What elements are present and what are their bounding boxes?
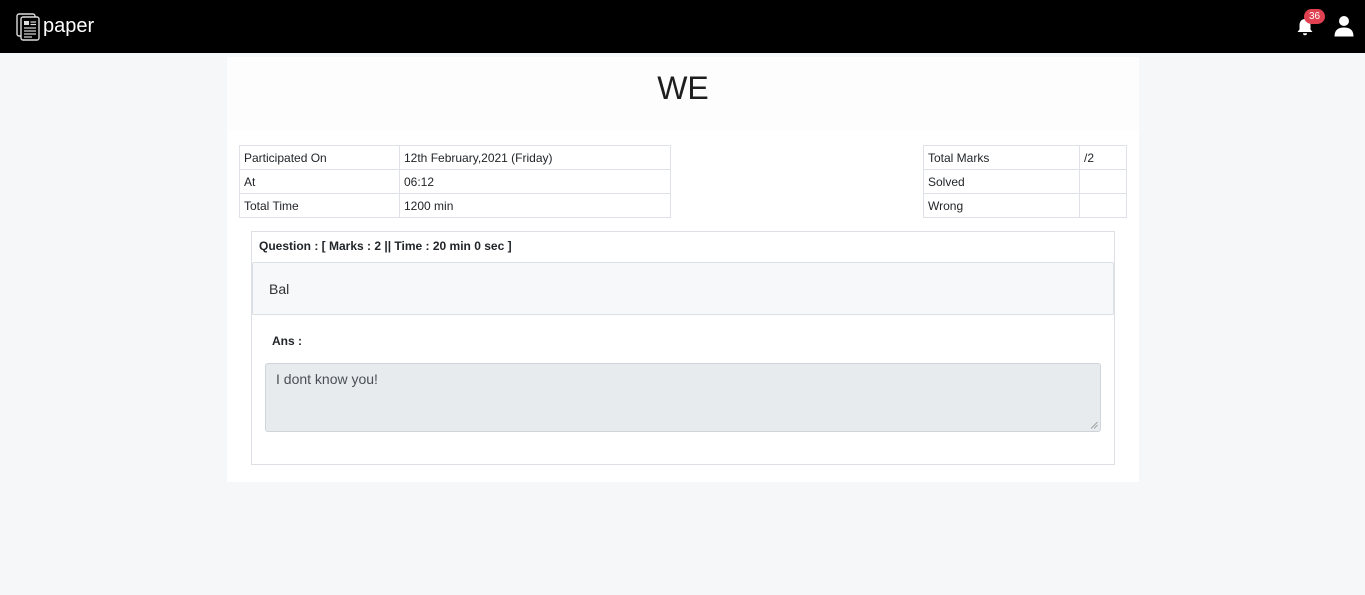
result-card: WE Participated On 12th February,2021 (F… (227, 57, 1139, 482)
wrong-value (1079, 193, 1127, 218)
at-value: 06:12 (399, 169, 671, 194)
marks-table: Total Marks /2 Solved Wrong (923, 145, 1127, 218)
answer-text: I dont know you! (276, 371, 378, 387)
participated-on-label: Participated On (239, 145, 400, 170)
wrong-label: Wrong (923, 193, 1080, 218)
answer-textarea[interactable]: I dont know you! (265, 363, 1101, 432)
top-navbar: paper 36 (0, 0, 1365, 53)
total-time-value: 1200 min (399, 193, 671, 218)
answer-label: Ans : (272, 334, 302, 348)
title-band: WE (227, 57, 1139, 130)
question-header: Question : [ Marks : 2 || Time : 20 min … (259, 239, 512, 253)
solved-label: Solved (923, 169, 1080, 194)
table-row: Wrong (923, 193, 1127, 218)
user-menu-button[interactable] (1334, 15, 1354, 37)
table-row: At 06:12 (239, 169, 671, 194)
resize-grip-icon[interactable] (1090, 421, 1098, 429)
participation-table: Participated On 12th February,2021 (Frid… (239, 145, 671, 218)
question-card: Question : [ Marks : 2 || Time : 20 min … (251, 231, 1115, 465)
app-name: paper (43, 15, 95, 37)
table-row: Participated On 12th February,2021 (Frid… (239, 145, 671, 170)
total-marks-value: /2 (1079, 145, 1127, 170)
brand-link[interactable]: paper (16, 10, 94, 42)
table-row: Solved (923, 169, 1127, 194)
participated-on-value: 12th February,2021 (Friday) (399, 145, 671, 170)
at-label: At (239, 169, 400, 194)
solved-value (1079, 169, 1127, 194)
table-row: Total Marks /2 (923, 145, 1127, 170)
question-text: Bal (252, 262, 1114, 315)
user-icon (1334, 16, 1354, 37)
notification-count-badge: 36 (1304, 9, 1325, 24)
newspaper-icon (16, 13, 40, 41)
total-time-label: Total Time (239, 193, 400, 218)
table-row: Total Time 1200 min (239, 193, 671, 218)
total-marks-label: Total Marks (923, 145, 1080, 170)
page-title: WE (657, 70, 709, 106)
